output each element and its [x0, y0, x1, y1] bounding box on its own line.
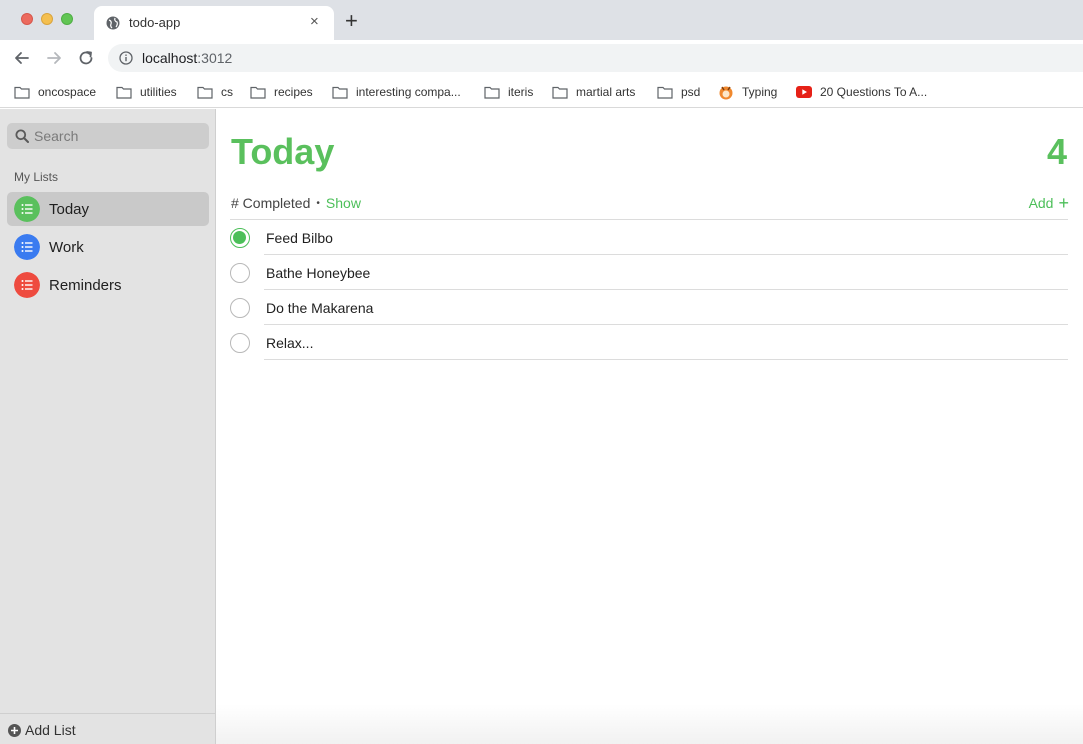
folder-icon	[657, 86, 673, 99]
todo-checkbox[interactable]	[230, 333, 250, 353]
separator-dot: •	[316, 198, 320, 209]
sidebar-item-label: Work	[49, 239, 84, 256]
bookmark-utilities[interactable]: utilities	[116, 83, 177, 101]
bottom-shade	[216, 704, 1083, 744]
list-bullets-icon	[14, 196, 40, 222]
bookmark-recipes[interactable]: recipes	[250, 83, 313, 101]
browser-toolbar: localhost:3012	[0, 40, 1083, 76]
plus-circle-icon	[8, 724, 21, 737]
minimize-window-button[interactable]	[41, 13, 53, 25]
plus-icon: +	[1058, 193, 1069, 213]
bookmark-label: interesting compa...	[356, 85, 461, 99]
address-bar[interactable]: localhost:3012	[108, 44, 1083, 72]
bookmark-label: psd	[681, 85, 701, 99]
youtube-icon	[796, 86, 812, 98]
list-count: 4	[1046, 131, 1067, 172]
back-arrow-icon[interactable]	[12, 48, 32, 68]
search-box[interactable]	[7, 123, 209, 149]
tab-title: todo-app	[129, 15, 181, 30]
todo-text[interactable]: Do the Makarena	[266, 300, 373, 316]
todo-item: Feed Bilbo	[230, 220, 1068, 255]
folder-icon	[14, 86, 30, 99]
folder-icon	[250, 86, 266, 99]
add-label: Add	[1028, 195, 1054, 211]
bookmark-cs[interactable]: cs	[197, 83, 233, 101]
bookmark-label: recipes	[274, 85, 313, 99]
sidebar-item-reminders[interactable]: Reminders	[7, 268, 209, 302]
completed-row: # Completed • Show	[231, 195, 361, 211]
bookmark-oncospace[interactable]: oncospace	[14, 83, 96, 101]
search-icon	[15, 129, 29, 143]
sidebar-item-work[interactable]: Work	[7, 230, 209, 264]
folder-icon	[197, 86, 213, 99]
folder-icon	[116, 86, 132, 99]
bookmark-label: cs	[221, 85, 233, 99]
bookmark-label: martial arts	[576, 85, 636, 99]
typing-favicon	[719, 86, 733, 100]
tab-close-icon[interactable]: ×	[310, 14, 319, 30]
list-bullets-icon	[14, 234, 40, 260]
todo-checkbox-checked[interactable]	[230, 228, 250, 248]
sidebar-item-label: Today	[49, 201, 90, 218]
sidebar-item-label: Reminders	[49, 277, 122, 294]
bookmarks-bar: oncospace utilities cs recipes interesti…	[0, 76, 1083, 108]
list-title: Today	[231, 131, 335, 172]
globe-icon	[106, 16, 120, 30]
bookmark-iteris[interactable]: iteris	[484, 83, 533, 101]
add-list-label: Add List	[25, 722, 76, 738]
sidebar: My Lists Today Work Reminders Add List	[0, 109, 216, 744]
todo-text[interactable]: Relax...	[266, 335, 313, 351]
todo-item: Do the Makarena	[230, 290, 1068, 325]
browser-titlebar: todo-app × +	[0, 0, 1083, 40]
url-text[interactable]: localhost:3012	[142, 50, 232, 66]
bookmark-20-questions[interactable]: 20 Questions To A...	[796, 83, 927, 101]
add-list-button[interactable]: Add List	[0, 713, 215, 744]
new-tab-button[interactable]: +	[345, 9, 358, 33]
url-host: localhost	[142, 50, 198, 66]
folder-icon	[484, 86, 500, 99]
todo-item: Bathe Honeybee	[230, 255, 1068, 290]
bookmark-martial-arts[interactable]: martial arts	[552, 83, 635, 101]
close-window-button[interactable]	[21, 13, 33, 25]
folder-icon	[552, 86, 568, 99]
browser-tab[interactable]: todo-app ×	[94, 6, 334, 40]
forward-arrow-icon[interactable]	[44, 48, 64, 68]
folder-icon	[332, 86, 348, 99]
reload-icon[interactable]	[76, 48, 96, 68]
maximize-window-button[interactable]	[61, 13, 73, 25]
completed-label: # Completed	[231, 195, 311, 211]
main-panel: Today 4 # Completed • Show Add + Feed Bilb…	[216, 109, 1083, 744]
bookmark-label: Typing	[742, 85, 778, 99]
bookmark-label: utilities	[140, 85, 177, 99]
bookmark-interesting-companies[interactable]: interesting compa...	[332, 83, 461, 101]
todo-item: Relax...	[230, 325, 1068, 360]
bookmark-label: iteris	[508, 85, 534, 99]
bookmark-typing[interactable]: Typing	[718, 83, 777, 101]
info-icon[interactable]	[119, 51, 133, 65]
url-port: :3012	[197, 50, 233, 66]
add-todo-button[interactable]: Add +	[1028, 193, 1069, 213]
search-input[interactable]	[34, 127, 204, 145]
todo-checkbox[interactable]	[230, 263, 250, 283]
bookmark-label: oncospace	[38, 85, 97, 99]
todo-text[interactable]: Feed Bilbo	[266, 230, 333, 246]
list-bullets-icon	[14, 272, 40, 298]
sidebar-item-today[interactable]: Today	[7, 192, 209, 226]
bookmark-psd[interactable]: psd	[657, 83, 700, 101]
todo-checkbox[interactable]	[230, 298, 250, 318]
my-lists-heading: My Lists	[14, 170, 59, 184]
show-completed-link[interactable]: Show	[326, 195, 361, 211]
todo-text[interactable]: Bathe Honeybee	[266, 265, 370, 281]
todo-divider	[264, 359, 1068, 360]
bookmark-label: 20 Questions To A...	[820, 85, 928, 99]
